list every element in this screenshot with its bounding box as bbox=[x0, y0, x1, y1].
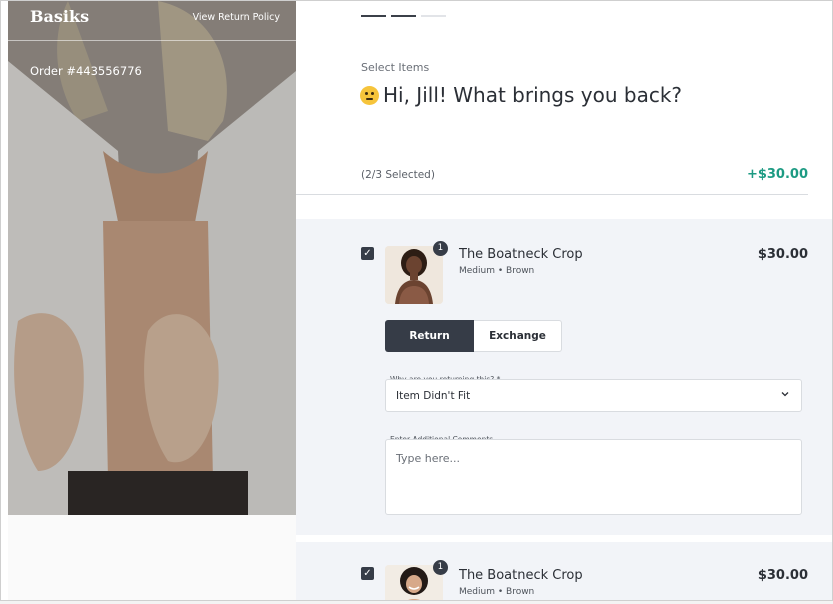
hero-divider bbox=[8, 40, 296, 41]
selected-count: (2/3 Selected) bbox=[361, 169, 435, 181]
return-button[interactable]: Return bbox=[385, 320, 474, 352]
product-variant: Medium • Brown bbox=[459, 266, 535, 276]
product-price: $30.00 bbox=[757, 568, 808, 583]
thinking-face-icon bbox=[360, 85, 379, 105]
product-photo bbox=[385, 246, 443, 304]
chevron-down-icon bbox=[781, 392, 789, 397]
return-reason-value: Item Didn't Fit bbox=[396, 390, 471, 402]
hero-overlay bbox=[8, 1, 296, 515]
product-name: The Boatneck Crop bbox=[459, 247, 583, 262]
summary-divider bbox=[296, 194, 808, 195]
product-variant: Medium • Brown bbox=[459, 587, 535, 597]
return-exchange-toggle: Return Exchange bbox=[385, 320, 562, 352]
refund-total: +$30.00 bbox=[746, 167, 808, 182]
product-name: The Boatneck Crop bbox=[459, 568, 583, 583]
comments-textarea[interactable] bbox=[385, 439, 802, 515]
step-label: Select Items bbox=[361, 61, 430, 74]
page-title: Hi, Jill! What brings you back? bbox=[360, 83, 682, 107]
step-progress bbox=[361, 15, 446, 17]
view-return-policy-link[interactable]: View Return Policy bbox=[193, 12, 280, 23]
quantity-badge: 1 bbox=[433, 241, 448, 256]
exchange-button[interactable]: Exchange bbox=[474, 320, 562, 352]
order-number: Order #443556776 bbox=[30, 64, 142, 78]
progress-step-1 bbox=[361, 15, 386, 17]
product-price: $30.00 bbox=[757, 247, 808, 262]
hero-bottom-area bbox=[8, 515, 296, 600]
return-panel: Select Items Hi, Jill! What brings you b… bbox=[296, 1, 832, 600]
greeting-text: Hi, Jill! What brings you back? bbox=[383, 83, 683, 107]
progress-step-3 bbox=[421, 15, 446, 17]
item-card: ✓ 1 The Boatneck Crop Medium • Brown $30… bbox=[296, 542, 832, 600]
return-reason-select[interactable]: Item Didn't Fit bbox=[385, 379, 802, 412]
item-checkbox[interactable]: ✓ bbox=[361, 247, 374, 260]
brand-logo[interactable]: Basiks bbox=[30, 7, 89, 26]
hero-image: Basiks View Return Policy Order #4435567… bbox=[8, 1, 296, 515]
item-card: ✓ 1 The Boatneck Crop Medium • Brown $30… bbox=[296, 219, 832, 535]
product-thumbnail bbox=[385, 246, 443, 304]
item-checkbox[interactable]: ✓ bbox=[361, 567, 374, 580]
return-portal-window: Basiks View Return Policy Order #4435567… bbox=[0, 0, 833, 601]
quantity-badge: 1 bbox=[433, 560, 448, 575]
progress-step-2 bbox=[391, 15, 416, 17]
